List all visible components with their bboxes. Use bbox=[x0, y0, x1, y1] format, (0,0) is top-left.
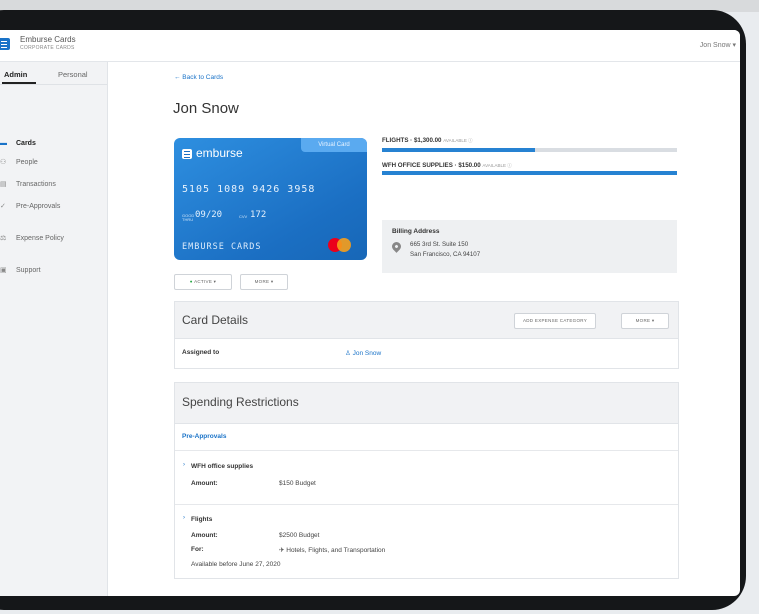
people-icon: ⚇ bbox=[0, 159, 7, 166]
support-icon: ▣ bbox=[0, 267, 7, 274]
budget-wfh: WFH OFFICE SUPPLIES · $150.00 AVAILABLE … bbox=[382, 162, 512, 169]
location-pin-icon bbox=[390, 240, 403, 253]
billing-address-line1: 665 3rd St. Suite 150 bbox=[410, 241, 469, 248]
card-number: 5105 1089 9426 3958 bbox=[182, 184, 316, 195]
billing-title: Billing Address bbox=[392, 228, 440, 235]
sidebar-item-label: Cards bbox=[16, 140, 36, 147]
budget-flights-bar bbox=[382, 148, 677, 152]
mastercard-logo-icon-right bbox=[337, 238, 351, 252]
spending-restrictions-panel: Spending Restrictions Pre-Approvals › WF… bbox=[174, 382, 679, 579]
card-more-button[interactable]: MORE ▾ bbox=[240, 274, 288, 290]
card-icon: ▬ bbox=[0, 140, 7, 147]
policy-icon: ⚖ bbox=[0, 235, 7, 242]
card-cvv: 172 bbox=[250, 210, 267, 220]
user-menu[interactable]: Jon Snow ▾ bbox=[700, 41, 736, 49]
wfh-amount-value: $150 Budget bbox=[279, 480, 316, 487]
budget-flights: FLIGHTS · $1,300.00 AVAILABLE ⓘ bbox=[382, 137, 473, 144]
budget-flights-fill bbox=[382, 148, 536, 152]
virtual-card: Virtual Card emburse 5105 1089 9426 3958… bbox=[174, 138, 367, 260]
flights-amount-label: Amount: bbox=[191, 532, 218, 539]
sidebar-item-label: Pre-Approvals bbox=[16, 203, 61, 210]
budget-wfh-bar bbox=[382, 171, 677, 175]
add-expense-category-button[interactable]: ADD EXPENSE CATEGORY bbox=[514, 313, 596, 329]
tab-divider bbox=[0, 84, 107, 85]
assigned-to-label: Assigned to bbox=[182, 349, 220, 356]
spending-restrictions-header: Spending Restrictions bbox=[175, 383, 678, 424]
flights-availability-note: Available before June 27, 2020 bbox=[191, 561, 281, 568]
pre-approvals-link[interactable]: Pre-Approvals bbox=[182, 433, 226, 440]
chevron-right-icon[interactable]: › bbox=[183, 515, 185, 521]
virtual-card-badge: Virtual Card bbox=[301, 138, 367, 152]
emburse-logo-icon bbox=[182, 149, 192, 159]
budget-wfh-label: WFH OFFICE SUPPLIES · $150.00 bbox=[382, 162, 481, 169]
wfh-amount-label: Amount: bbox=[191, 480, 218, 487]
card-details-header: Card Details ADD EXPENSE CATEGORY MORE ▾ bbox=[175, 302, 678, 339]
active-status-button[interactable]: ● ACTIVE ▾ bbox=[174, 274, 232, 290]
top-bar: Emburse Cards CORPORATE CARDS Jon Snow ▾ bbox=[0, 30, 740, 62]
wfh-approval-name[interactable]: WFH office supplies bbox=[191, 463, 253, 470]
pre-approvals-icon: ✓ bbox=[0, 203, 6, 210]
sidebar-item-label: People bbox=[16, 159, 38, 166]
emburse-logo-icon[interactable] bbox=[0, 38, 10, 50]
sidebar-item-label: Support bbox=[16, 267, 41, 274]
available-info-icon[interactable]: AVAILABLE ⓘ bbox=[482, 163, 511, 168]
good-thru-label: GOOD THRU bbox=[182, 213, 195, 222]
card-details-title: Card Details bbox=[182, 313, 249, 327]
flights-for-label: For: bbox=[191, 546, 204, 553]
app-screen: Emburse Cards CORPORATE CARDS Jon Snow ▾… bbox=[0, 30, 740, 596]
card-details-more-button[interactable]: MORE ▾ bbox=[621, 313, 669, 329]
sidebar-item-label: Expense Policy bbox=[16, 235, 64, 242]
sidebar-item-label: Transactions bbox=[16, 181, 56, 188]
card-expiry: 09/20 bbox=[195, 210, 223, 220]
card-brand: emburse bbox=[196, 146, 243, 160]
sidebar: Admin Personal ▬ Cards ⚇ People ▤ Transa… bbox=[0, 62, 108, 596]
cvv-label: CVV bbox=[239, 214, 248, 219]
active-dot-icon: ● bbox=[189, 279, 193, 284]
app-name: Emburse Cards bbox=[20, 35, 76, 44]
pre-approvals-header: Pre-Approvals bbox=[175, 424, 678, 451]
budget-wfh-fill bbox=[382, 171, 677, 175]
flights-approval-name[interactable]: Flights bbox=[191, 516, 212, 523]
billing-address-box: Billing Address 665 3rd St. Suite 150 Sa… bbox=[382, 220, 677, 273]
card-details-panel: Card Details ADD EXPENSE CATEGORY MORE ▾… bbox=[174, 301, 679, 369]
budget-flights-label: FLIGHTS · $1,300.00 bbox=[382, 137, 442, 144]
page-title: Jon Snow bbox=[173, 100, 239, 117]
flights-amount-value: $2500 Budget bbox=[279, 532, 320, 539]
transactions-icon: ▤ bbox=[0, 181, 7, 188]
app-subtitle: CORPORATE CARDS bbox=[20, 45, 75, 51]
tab-admin[interactable]: Admin bbox=[4, 70, 27, 79]
flights-for-value: ✈ Hotels, Flights, and Transportation bbox=[279, 547, 386, 554]
chevron-right-icon[interactable]: › bbox=[183, 462, 185, 468]
spending-restrictions-title: Spending Restrictions bbox=[182, 395, 299, 409]
sidebar-tabs: Admin Personal bbox=[0, 62, 107, 88]
tab-personal[interactable]: Personal bbox=[58, 70, 88, 79]
available-info-icon[interactable]: AVAILABLE ⓘ bbox=[443, 138, 472, 143]
active-status-label: ACTIVE ▾ bbox=[194, 279, 217, 284]
card-holder-name: EMBURSE CARDS bbox=[182, 242, 262, 252]
back-to-cards-link[interactable]: ← Back to Cards bbox=[174, 74, 223, 81]
divider bbox=[175, 504, 678, 505]
billing-address-line2: San Francisco, CA 94107 bbox=[410, 251, 481, 258]
assigned-user-link[interactable]: ♙ Jon Snow bbox=[345, 349, 381, 357]
